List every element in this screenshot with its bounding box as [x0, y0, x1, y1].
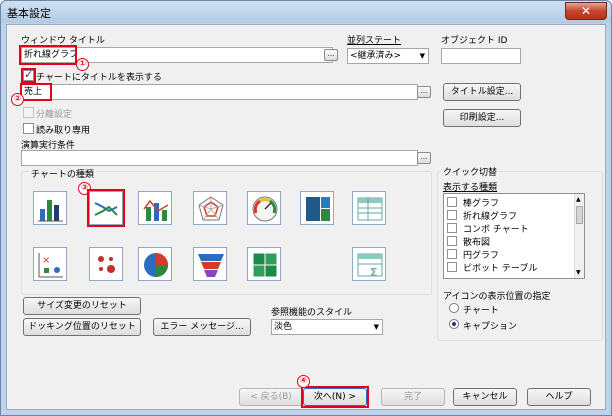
scroll-thumb[interactable] [576, 206, 583, 224]
reference-style-select[interactable]: 淡色 ▼ [271, 319, 383, 335]
window-title-browse-button[interactable]: ... [324, 49, 338, 61]
svg-text:Σ: Σ [370, 266, 378, 279]
chart-type-scatter[interactable]: × [33, 247, 67, 281]
step-marker-2: ② [11, 93, 24, 106]
print-settings-button[interactable]: 印刷設定... [443, 109, 521, 127]
block-chart-icon [306, 197, 330, 221]
funnel-chart-icon [198, 254, 224, 277]
close-button[interactable]: ✕ [565, 2, 607, 20]
highlight-box-3 [87, 189, 125, 227]
finish-button[interactable]: 完了 [381, 388, 445, 406]
sort-state-select[interactable]: <継承済み> ▼ [347, 48, 429, 64]
dialog-body: ウィンドウ タイトル 折れ線グラフ ... ① 並列ステート <継承済み> ▼ … [6, 24, 606, 410]
display-types-list[interactable]: 棒グラフ 折れ線グラフ コンボ チャート 散布図 円グラフ ピボット テーブル … [443, 193, 585, 279]
icon-position-label: アイコンの表示位置の指定 [443, 292, 551, 302]
chart-type-radar[interactable] [193, 191, 227, 225]
highlight-box-4 [301, 386, 369, 408]
svg-text:×: × [42, 255, 50, 266]
readonly-checkbox[interactable] [23, 123, 34, 134]
chart-type-pie[interactable] [138, 247, 172, 281]
pivot-table-icon: Σ [357, 253, 383, 279]
detach-label: 分離設定 [36, 110, 73, 120]
gauge-icon [252, 196, 278, 222]
list-item-checkbox[interactable] [447, 197, 457, 207]
chart-type-combo[interactable] [138, 191, 172, 225]
calc-condition-browse-button[interactable]: ... [417, 152, 431, 164]
chart-type-label: チャートの種類 [29, 167, 96, 180]
scatter-chart-icon: × [38, 253, 63, 278]
mekko-chart-icon [252, 252, 278, 278]
chart-type-block[interactable] [300, 191, 334, 225]
sort-state-label: 並列ステート [347, 36, 402, 46]
bar-chart-icon [38, 200, 63, 222]
chevron-down-icon: ▼ [373, 323, 379, 331]
chart-type-pivot-table[interactable]: Σ [352, 247, 386, 281]
title-settings-button[interactable]: タイトル設定... [443, 83, 521, 101]
show-title-label: チャートにタイトルを表示する [36, 73, 162, 83]
radio-chart[interactable] [449, 303, 459, 313]
list-item-checkbox[interactable] [447, 262, 457, 272]
object-id-label: オブジェクト ID [441, 36, 508, 46]
object-id-input[interactable] [441, 48, 521, 64]
title-bar: 基本設定 ✕ [1, 1, 611, 23]
list-item-checkbox[interactable] [447, 223, 457, 233]
chart-title-input[interactable]: 売上 [21, 84, 418, 100]
chart-type-grid[interactable] [89, 247, 123, 281]
dialog-title: 基本設定 [7, 7, 51, 20]
help-button[interactable]: ヘルプ [527, 388, 591, 406]
dialog-window: 基本設定 ✕ ウィンドウ タイトル 折れ線グラフ ... ① 並列ステート <継… [0, 0, 612, 416]
readonly-label: 読み取り専用 [36, 126, 91, 136]
chart-type-bar[interactable] [33, 191, 67, 225]
straight-table-icon [357, 197, 383, 221]
display-types-label: 表示する種類 [443, 183, 498, 193]
chart-title-browse-button[interactable]: ... [417, 86, 431, 98]
list-scrollbar[interactable]: ▲ ▼ [574, 194, 584, 278]
chart-type-straight-table[interactable] [352, 191, 386, 225]
chart-type-gauge[interactable] [247, 191, 281, 225]
sort-state-value: <継承済み> [350, 51, 402, 61]
list-item-checkbox[interactable] [447, 210, 457, 220]
highlight-box-1 [19, 45, 77, 65]
error-message-button[interactable]: エラー メッセージ... [153, 318, 251, 336]
highlight-box-2 [20, 83, 52, 101]
chart-type-mekko[interactable] [247, 247, 281, 281]
docking-reset-button[interactable]: ドッキング位置のリセット [23, 318, 141, 336]
step-marker-4: ④ [297, 375, 310, 388]
radio-caption[interactable] [449, 319, 459, 329]
reference-style-value: 淡色 [274, 322, 293, 332]
radio-caption-label: キャプション [463, 322, 518, 332]
chevron-down-icon: ▼ [419, 52, 425, 60]
size-reset-button[interactable]: サイズ変更のリセット [23, 297, 141, 315]
list-item-checkbox[interactable] [447, 236, 457, 246]
pie-chart-icon [144, 253, 168, 277]
back-button[interactable]: < 戻る(B) [239, 388, 303, 406]
combo-chart-icon [143, 199, 169, 221]
highlight-box-checkbox [21, 68, 36, 83]
detach-checkbox[interactable] [23, 107, 34, 118]
scroll-up-icon[interactable]: ▲ [576, 196, 581, 203]
radio-chart-label: チャート [463, 306, 499, 316]
reference-style-label: 参照機能のスタイル [271, 308, 353, 318]
scroll-down-icon[interactable]: ▼ [576, 269, 581, 276]
grid-chart-icon [98, 256, 115, 273]
calc-condition-input[interactable] [21, 150, 418, 166]
cancel-button[interactable]: キャンセル [453, 388, 517, 406]
chart-type-funnel[interactable] [193, 247, 227, 281]
quick-switch-label: クイック切替 [441, 165, 500, 178]
list-item-checkbox[interactable] [447, 249, 457, 259]
radar-chart-icon [198, 196, 224, 221]
